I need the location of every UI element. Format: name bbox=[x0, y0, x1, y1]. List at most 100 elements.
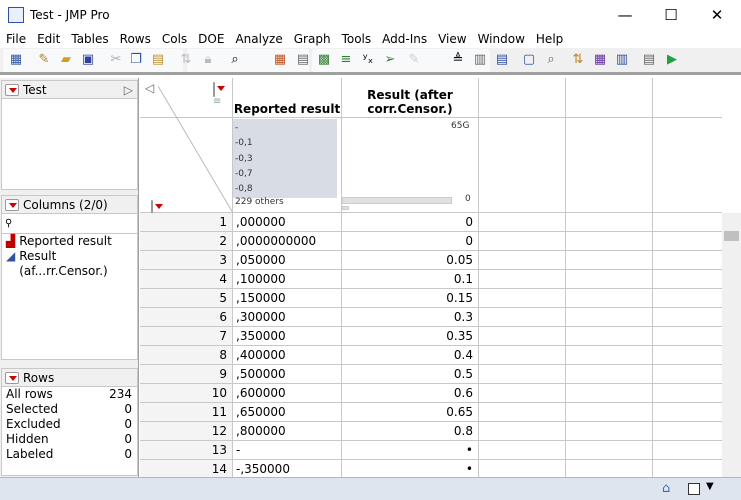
cell-reported-result[interactable]: ,000000 bbox=[233, 213, 341, 232]
column-info-icon[interactable]: ▢ bbox=[521, 52, 537, 68]
row-number[interactable]: 10 bbox=[140, 384, 232, 403]
row-number[interactable]: 11 bbox=[140, 403, 232, 422]
cell-result-after[interactable]: 0.05 bbox=[342, 251, 478, 270]
tabulate-icon[interactable]: ▤ bbox=[295, 52, 311, 68]
cell-reported-result[interactable]: ,800000 bbox=[233, 422, 341, 441]
maximize-button[interactable]: ☐ bbox=[648, 0, 694, 30]
cell-result-after[interactable]: 0 bbox=[342, 213, 478, 232]
cell-result-after[interactable]: 0 bbox=[342, 232, 478, 251]
cell-result-after[interactable]: 0.65 bbox=[342, 403, 478, 422]
dropdown-icon[interactable]: ▼ bbox=[706, 481, 714, 492]
disclosure-menu-icon[interactable] bbox=[5, 198, 19, 211]
menu-doe[interactable]: DOE bbox=[192, 30, 229, 46]
column-item[interactable]: ◢ Result (af...rr.Censor.) bbox=[2, 249, 137, 278]
cell-result-after[interactable]: 0.1 bbox=[342, 270, 478, 289]
graph-builder-icon[interactable]: ▩ bbox=[316, 52, 332, 68]
column-header-reported-result[interactable]: Reported result bbox=[233, 102, 341, 116]
lock-icon[interactable]: 🔒︎ bbox=[200, 52, 216, 68]
menu-tools[interactable]: Tools bbox=[336, 30, 377, 46]
menu-help[interactable]: Help bbox=[530, 30, 568, 46]
row-number[interactable]: 6 bbox=[140, 308, 232, 327]
menu-window[interactable]: Window bbox=[472, 30, 530, 46]
cell-reported-result[interactable]: ,350000 bbox=[233, 327, 341, 346]
cell-reported-result[interactable]: - bbox=[233, 441, 341, 460]
fit-y-by-x-icon[interactable]: ʸₓ bbox=[360, 52, 376, 68]
column-item[interactable]: ▟ Reported result bbox=[2, 234, 137, 249]
cell-result-after[interactable]: 0.4 bbox=[342, 346, 478, 365]
row-number[interactable]: 5 bbox=[140, 289, 232, 308]
column-header-result-after[interactable]: Result (after corr.Censor.) bbox=[345, 88, 475, 116]
cell-reported-result[interactable]: ,650000 bbox=[233, 403, 341, 422]
row-number[interactable]: 2 bbox=[140, 232, 232, 251]
row-divider bbox=[478, 288, 722, 289]
search-icon[interactable]: ⌕ bbox=[227, 52, 243, 68]
new-table-icon[interactable]: ▦ bbox=[8, 52, 24, 68]
join-icon[interactable]: ▦ bbox=[592, 52, 608, 68]
fit-model-icon[interactable]: ➢ bbox=[382, 52, 398, 68]
cell-result-after[interactable]: 0.15 bbox=[342, 289, 478, 308]
reorder-icon[interactable]: ⇅ bbox=[178, 52, 194, 68]
cell-reported-result[interactable]: ,300000 bbox=[233, 308, 341, 327]
distribution-icon[interactable]: ≡ bbox=[338, 52, 354, 68]
row-number[interactable]: 13 bbox=[140, 441, 232, 460]
cell-reported-result[interactable]: ,600000 bbox=[233, 384, 341, 403]
menu-tables[interactable]: Tables bbox=[65, 30, 113, 46]
cell-reported-result[interactable]: ,0000000000 bbox=[233, 232, 341, 251]
cell-reported-result[interactable]: ,500000 bbox=[233, 365, 341, 384]
row-number[interactable]: 1 bbox=[140, 213, 232, 232]
sort-icon[interactable]: ⇅ bbox=[570, 52, 586, 68]
formula-icon[interactable]: ▤ bbox=[494, 52, 510, 68]
run-script-icon[interactable]: ▶ bbox=[664, 52, 680, 68]
cell-reported-result[interactable]: ,100000 bbox=[233, 270, 341, 289]
vertical-scrollbar[interactable] bbox=[722, 213, 741, 477]
table-icon[interactable]: ▤ bbox=[641, 52, 657, 68]
cell-result-after[interactable]: 0.5 bbox=[342, 365, 478, 384]
row-number[interactable]: 4 bbox=[140, 270, 232, 289]
row-number[interactable]: 3 bbox=[140, 251, 232, 270]
cell-result-after[interactable]: • bbox=[342, 441, 478, 460]
sort-ascending-icon[interactable]: ≜ bbox=[450, 52, 466, 68]
columns-icon[interactable]: ▥ bbox=[472, 52, 488, 68]
column-search-input[interactable]: ⚲ bbox=[2, 214, 137, 234]
collapse-icon[interactable]: ▷ bbox=[124, 83, 133, 97]
home-icon[interactable]: ⌂ bbox=[662, 481, 670, 496]
paste-icon[interactable]: ▤ bbox=[150, 52, 166, 68]
menu-file[interactable]: File bbox=[0, 30, 31, 46]
cell-result-after[interactable]: 0.35 bbox=[342, 327, 478, 346]
cell-result-after[interactable]: • bbox=[342, 460, 478, 478]
menu-graph[interactable]: Graph bbox=[288, 30, 336, 46]
menu-analyze[interactable]: Analyze bbox=[229, 30, 287, 46]
row-number[interactable]: 7 bbox=[140, 327, 232, 346]
cell-reported-result[interactable]: -,350000 bbox=[233, 460, 341, 478]
close-button[interactable]: ✕ bbox=[694, 0, 740, 30]
split-icon[interactable]: ▥ bbox=[614, 52, 630, 68]
disclosure-menu-icon[interactable] bbox=[5, 83, 19, 96]
cell-reported-result[interactable]: ,050000 bbox=[233, 251, 341, 270]
cell-result-after[interactable]: 0.6 bbox=[342, 384, 478, 403]
copy-icon[interactable]: ❐ bbox=[128, 52, 144, 68]
cell-reported-result[interactable]: ,400000 bbox=[233, 346, 341, 365]
window-list-icon[interactable] bbox=[688, 483, 700, 495]
cell-result-after[interactable]: 0.8 bbox=[342, 422, 478, 441]
menu-cols[interactable]: Cols bbox=[156, 30, 192, 46]
minimize-button[interactable]: — bbox=[602, 0, 648, 30]
open-folder-icon[interactable]: ▰ bbox=[58, 52, 74, 68]
row-number[interactable]: 8 bbox=[140, 346, 232, 365]
row-number[interactable]: 14 bbox=[140, 460, 232, 478]
menu-edit[interactable]: Edit bbox=[31, 30, 65, 46]
cut-icon[interactable]: ✂ bbox=[108, 52, 124, 68]
menu-add-ins[interactable]: Add-Ins bbox=[376, 30, 432, 46]
save-icon[interactable]: ▣ bbox=[80, 52, 96, 68]
menu-rows[interactable]: Rows bbox=[114, 30, 156, 46]
cell-reported-result[interactable]: ,150000 bbox=[233, 289, 341, 308]
menu-view[interactable]: View bbox=[432, 30, 471, 46]
find-column-icon[interactable]: ⌕ bbox=[543, 52, 559, 68]
row-number[interactable]: 12 bbox=[140, 422, 232, 441]
cell-result-after[interactable]: 0.3 bbox=[342, 308, 478, 327]
edit-icon[interactable]: ✎ bbox=[406, 52, 422, 68]
data-grid-icon[interactable]: ▦ bbox=[272, 52, 288, 68]
collapse-left-icon[interactable]: ◁ bbox=[145, 81, 154, 95]
disclosure-menu-icon[interactable] bbox=[5, 371, 19, 384]
new-script-icon[interactable]: ✎ bbox=[36, 52, 52, 68]
row-number[interactable]: 9 bbox=[140, 365, 232, 384]
